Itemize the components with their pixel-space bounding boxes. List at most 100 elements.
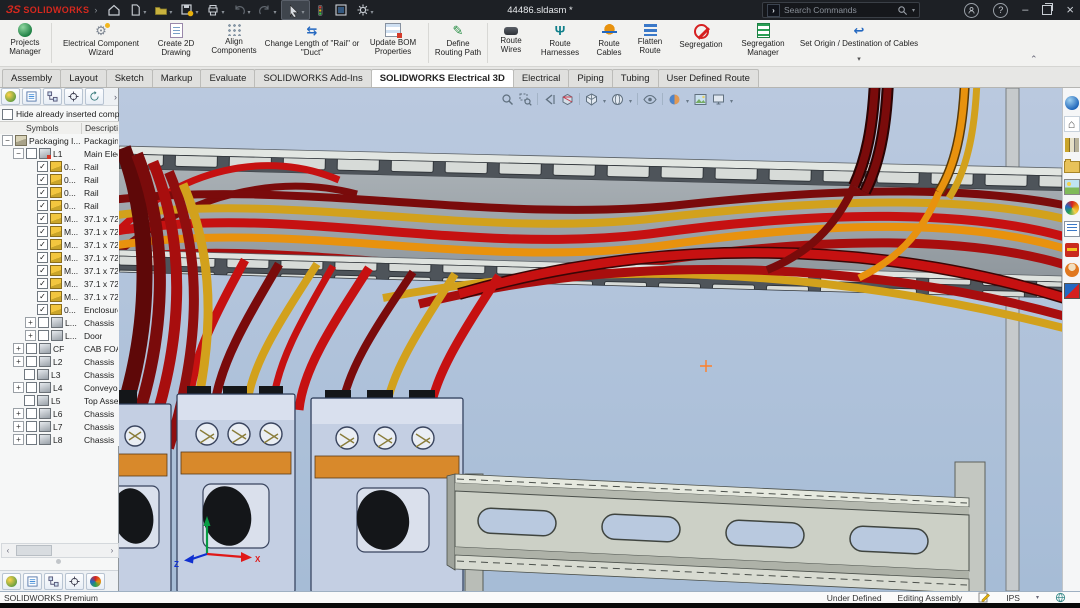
ribbon-button-route-harnesses[interactable]: Route Harnesses	[531, 20, 589, 66]
ribbon-button-set-origin-destination[interactable]: Set Origin / Destination of Cables	[795, 20, 923, 66]
task-list-button[interactable]	[330, 1, 352, 19]
tree-item[interactable]: CFCAB FOAM	[0, 342, 119, 355]
editing-mode[interactable]: Editing Assembly	[898, 593, 963, 603]
scroll-left-icon[interactable]	[2, 546, 14, 555]
section-view-button[interactable]	[561, 93, 574, 106]
tree-item[interactable]: L2Chassis	[0, 355, 119, 368]
expander-icon[interactable]	[13, 382, 24, 393]
tree-item[interactable]: L1Main Elect...	[0, 147, 119, 160]
zoom-to-fit-button[interactable]	[501, 93, 514, 106]
expander-icon[interactable]	[13, 343, 24, 354]
ribbon-button-route-cables[interactable]: Route Cables	[589, 20, 629, 66]
locate-component-button[interactable]	[65, 573, 84, 590]
undo-button[interactable]	[228, 1, 254, 19]
dropdown-icon[interactable]	[247, 1, 250, 19]
graphics-area[interactable]: X Z	[119, 88, 1062, 591]
expander-icon[interactable]	[2, 135, 13, 146]
search-scope-icon[interactable]	[767, 4, 780, 17]
tree-item[interactable]: L...Door	[0, 329, 119, 342]
view-orientation-button[interactable]	[585, 93, 598, 106]
tree-view-button[interactable]	[44, 573, 63, 590]
forum-icon[interactable]	[1065, 263, 1079, 277]
tab-evaluate[interactable]: Evaluate	[200, 69, 255, 87]
tab-sketch[interactable]: Sketch	[106, 69, 153, 87]
item-checkbox[interactable]	[37, 161, 48, 172]
item-checkbox[interactable]	[37, 226, 48, 237]
toolbar-overflow-icon[interactable]	[114, 92, 117, 102]
edit-appearance-button[interactable]	[668, 93, 681, 106]
dropdown-icon[interactable]	[195, 1, 198, 19]
circuit-breaker[interactable]	[177, 386, 295, 591]
tree-item[interactable]: L8Chassis	[0, 433, 119, 446]
dropdown-icon[interactable]	[686, 90, 689, 108]
appearance-button[interactable]	[86, 573, 105, 590]
locate-component-button[interactable]	[64, 88, 83, 105]
expander-icon[interactable]	[13, 421, 24, 432]
dropdown-icon[interactable]	[143, 1, 146, 19]
expander-icon[interactable]	[25, 330, 36, 341]
tree-item[interactable]: 0...Rail	[0, 160, 119, 173]
view-settings-button[interactable]	[712, 93, 725, 106]
hide-inserted-checkbox[interactable]	[2, 109, 13, 120]
ribbon-button-electrical-component-wizard[interactable]: Electrical Component Wizard	[55, 20, 147, 66]
project-button[interactable]	[1, 88, 20, 105]
item-checkbox[interactable]	[24, 395, 35, 406]
brand-expand-icon[interactable]: ›	[94, 5, 97, 15]
expander-icon[interactable]	[13, 434, 24, 445]
tree-item[interactable]: M...37.1 x 72.4	[0, 238, 119, 251]
new-document-button[interactable]	[125, 1, 150, 19]
expander-icon[interactable]	[13, 356, 24, 367]
ribbon-button-create-2d-drawing[interactable]: Create 2D Drawing	[147, 20, 205, 66]
search-input[interactable]: Search Commands	[784, 5, 893, 15]
expander-icon[interactable]	[13, 408, 24, 419]
tree-item[interactable]: L3Chassis	[0, 368, 119, 381]
dropdown-icon[interactable]	[273, 1, 276, 19]
tree-item[interactable]: 0...Rail	[0, 173, 119, 186]
tree-item[interactable]: 0...Enclosure	[0, 303, 119, 316]
tree-item[interactable]: Packaging I...Packaging	[0, 134, 119, 147]
ribbon-button-align-components[interactable]: Align Components	[205, 20, 263, 66]
tree-item[interactable]: 0...Rail	[0, 186, 119, 199]
item-checkbox[interactable]	[37, 304, 48, 315]
options-button[interactable]	[352, 1, 378, 19]
ribbon-button-update-bom[interactable]: Update BOM Properties	[361, 20, 425, 66]
search-dropdown-icon[interactable]: ▾	[912, 7, 915, 14]
user-account-icon[interactable]	[964, 3, 979, 18]
tab-assembly[interactable]: Assembly	[2, 69, 61, 87]
tree-item[interactable]: M...37.1 x 72.4	[0, 290, 119, 303]
ribbon-button-segregation[interactable]: Segregation	[671, 20, 731, 66]
tab-layout[interactable]: Layout	[60, 69, 107, 87]
item-checkbox[interactable]	[26, 408, 37, 419]
ribbon-button-projects-manager[interactable]: Projects Manager	[2, 20, 48, 66]
item-checkbox[interactable]	[37, 252, 48, 263]
tab-solidworks-electrical-3d[interactable]: SOLIDWORKS Electrical 3D	[371, 69, 514, 87]
solidworks-logo[interactable]: ЗS SOLIDWORKS ›	[0, 4, 103, 16]
tab-electrical[interactable]: Electrical	[513, 69, 570, 87]
ribbon-button-change-length[interactable]: Change Length of "Rail" or "Duct"	[263, 20, 361, 66]
list-view-button[interactable]	[23, 573, 42, 590]
circuit-breaker[interactable]	[311, 390, 463, 591]
item-checkbox[interactable]	[38, 330, 49, 341]
previous-view-button[interactable]	[543, 93, 556, 106]
horizontal-scrollbar[interactable]	[1, 543, 119, 558]
item-checkbox[interactable]	[37, 265, 48, 276]
3d-content-central-icon[interactable]	[1065, 96, 1079, 110]
project-button[interactable]	[2, 573, 21, 590]
circuit-breaker[interactable]	[119, 390, 171, 591]
ribbon-button-segregation-manager[interactable]: Segregation Manager	[731, 20, 795, 66]
scroll-right-icon[interactable]	[106, 546, 118, 555]
item-checkbox[interactable]	[37, 291, 48, 302]
item-checkbox[interactable]	[26, 343, 37, 354]
dropdown-icon[interactable]	[221, 1, 224, 19]
design-library-icon[interactable]	[1065, 138, 1079, 152]
inspection-icon[interactable]	[1064, 283, 1080, 299]
tree-view-button[interactable]	[43, 88, 62, 105]
refresh-button[interactable]	[85, 88, 104, 105]
item-checkbox[interactable]	[26, 148, 37, 159]
ribbon-collapse-icon[interactable]	[1030, 54, 1038, 65]
item-checkbox[interactable]	[37, 200, 48, 211]
scrollbar-thumb[interactable]	[16, 545, 52, 556]
dropdown-icon[interactable]	[302, 1, 305, 19]
dropdown-icon[interactable]	[371, 1, 374, 19]
view-palette-icon[interactable]	[1064, 179, 1080, 195]
